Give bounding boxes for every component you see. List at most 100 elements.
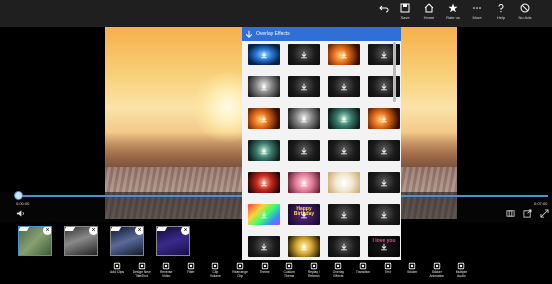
overlay-effect-item[interactable] [328,204,360,225]
overlay-effect-item[interactable] [328,76,360,97]
overlay-effect-item[interactable] [248,172,280,193]
filter-icon [187,262,194,270]
overlay-effects-panel: Overlay Effects Happy Birthday I love you [242,27,401,260]
sticker-label: Sticker [407,270,418,274]
clip-volume-button[interactable]: Clip Volume [202,262,228,284]
remove-clip-icon[interactable]: × [43,227,51,235]
clip-thumbnail[interactable]: × [156,226,190,256]
text-label: Text [384,270,391,274]
rearrange-clip-button[interactable]: Rearrange Clip [227,262,253,284]
overlay-effect-item[interactable] [248,140,280,161]
multiple-audio-icon [458,262,465,270]
rate-us-button[interactable]: Rate us [441,3,465,25]
overlay-effect-item[interactable] [288,172,320,193]
download-icon [341,51,347,58]
remove-clip-icon[interactable]: × [181,227,189,235]
replay-refresh-button[interactable]: Replay / Refresh [301,262,327,284]
clip-volume-icon [212,262,219,270]
sticker-animation-button[interactable]: Sticker Animation [424,262,450,284]
download-icon [301,243,307,250]
download-icon [301,179,307,186]
overlay-effect-item[interactable]: I love you [368,236,400,257]
help-label: Help [496,15,506,20]
multiple-audio-label: Multiple Audio [455,270,468,278]
download-icon [341,147,347,154]
overlay-effect-item[interactable] [248,204,280,225]
overlay-effects-label: Overlay Effects [332,270,345,278]
overlay-effect-item[interactable] [288,108,320,129]
theme-button[interactable]: Theme [252,262,278,284]
save-icon [400,3,410,13]
export-icon[interactable] [523,209,532,218]
download-icon [381,83,387,90]
download-icon [381,243,387,250]
overlay-effect-item[interactable] [328,44,360,65]
overlay-effect-item[interactable] [328,172,360,193]
arrow-down-icon [245,30,253,38]
overlay-effect-item[interactable] [328,140,360,161]
download-icon [261,179,267,186]
download-icon [261,115,267,122]
overlay-effect-item[interactable] [288,44,320,65]
more-button[interactable]: More [465,3,489,25]
remove-clip-icon[interactable]: × [89,227,97,235]
overlay-effect-item[interactable] [288,76,320,97]
remove-clip-icon[interactable]: × [135,227,143,235]
rearrange-clip-icon [236,262,244,270]
theme-icon [261,262,268,270]
overlay-effect-item[interactable] [328,108,360,129]
undo-icon [379,5,389,13]
overlay-effect-item[interactable] [368,108,400,129]
overlay-effect-item[interactable]: Happy Birthday [288,204,320,225]
clip-marker [19,227,30,231]
volume-icon[interactable] [16,209,25,218]
transition-label: Transition [355,270,371,274]
transition-icon [359,262,367,270]
clip-thumbnail[interactable]: × [18,226,52,256]
help-button[interactable]: Help [489,3,513,25]
overlay-effect-item[interactable] [248,236,280,257]
overlay-effects-button[interactable]: Overlay Effects [325,262,351,284]
add-clips-button[interactable]: Add Clips [104,262,130,284]
reverse-video-button[interactable]: Reverse Video [153,262,179,284]
overlay-effect-item[interactable] [328,236,360,257]
home-label: Home [423,15,435,20]
add-clips-label: Add Clips [109,270,125,274]
multiple-audio-button[interactable]: Multiple Audio [448,262,474,284]
more-icon [473,7,481,9]
panel-scrollbar[interactable] [393,42,396,102]
overlay-effect-item[interactable] [248,76,280,97]
overlay-effect-item[interactable] [368,204,400,225]
design-title-button[interactable]: Design New Title/End [129,262,155,284]
aspect-ratio-icon[interactable] [506,209,515,218]
overlay-effect-item[interactable] [288,236,320,257]
overlay-effect-item[interactable] [368,172,400,193]
custom-theme-icon [285,262,293,270]
overlay-effect-item[interactable] [248,44,280,65]
clip-marker [111,227,122,231]
overlay-effect-item[interactable] [288,140,320,161]
replay-refresh-icon [310,262,317,270]
fullscreen-icon[interactable] [540,209,549,218]
no-ads-button[interactable]: No Ads [513,3,537,25]
download-icon [341,179,347,186]
current-time: 0:00:00 [16,201,30,206]
overlay-effect-item[interactable] [368,140,400,161]
save-button[interactable]: Save [393,3,417,25]
home-button[interactable]: Home [417,3,441,25]
seek-handle[interactable] [13,191,23,200]
theme-label: Theme [259,270,270,274]
panel-back-button[interactable] [242,27,256,41]
download-icon [341,115,347,122]
filter-button[interactable]: Filter [178,262,204,284]
overlay-effect-item[interactable] [248,108,280,129]
transition-button[interactable]: Transition [350,262,376,284]
clip-thumbnail[interactable]: × [64,226,98,256]
no-ads-icon [520,3,530,13]
no-ads-label: No Ads [518,15,532,20]
clip-thumbnail[interactable]: × [110,226,144,256]
download-icon [341,83,347,90]
text-button[interactable]: Text [375,262,401,284]
custom-theme-button[interactable]: Custom Theme [276,262,302,284]
sticker-button[interactable]: Sticker [399,262,425,284]
